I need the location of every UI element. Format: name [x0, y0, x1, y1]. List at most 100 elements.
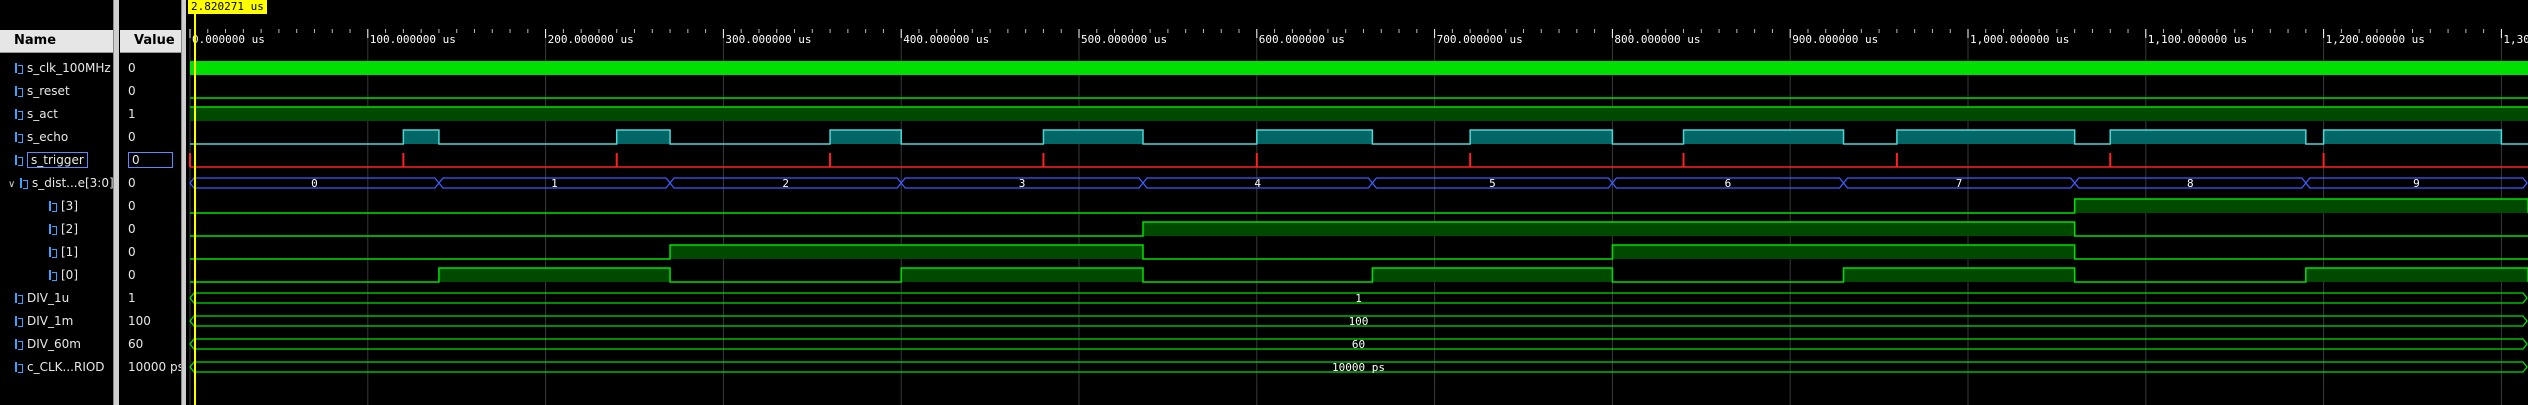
- signal-icon: [14, 338, 23, 350]
- signal-value-b3[interactable]: 0: [128, 195, 136, 217]
- signal-name-label: s_dist...e[3:0]: [32, 176, 114, 190]
- signal-value-s_reset[interactable]: 0: [128, 80, 136, 102]
- signal-name-c_clk[interactable]: c_CLK...RIOD: [0, 356, 128, 378]
- signal-value-s_dist[interactable]: 0: [128, 172, 136, 194]
- expand-chevron-icon[interactable]: ∨: [8, 174, 19, 194]
- signal-value-b0[interactable]: 0: [128, 264, 136, 286]
- bit-high-fill: [1612, 245, 2075, 259]
- signal-name-label: s_reset: [27, 84, 70, 98]
- signal-name-div_60m[interactable]: DIV_60m: [0, 333, 128, 355]
- time-tick-label: 1,200.000000 us: [2326, 33, 2425, 46]
- echo-pulse-fill: [1256, 130, 1373, 144]
- waveform-canvas[interactable]: 0.000000 us 100.000000 us 200.000000 us 300…: [187, 0, 2528, 405]
- signal-value-label: 0: [128, 268, 136, 282]
- echo-pulse-fill: [616, 130, 671, 144]
- echo-pulse-fill: [2323, 130, 2502, 144]
- echo-pulse-fill: [1896, 130, 2075, 144]
- signal-value-c_clk[interactable]: 10000 ps: [128, 356, 184, 378]
- signal-value-div_60m[interactable]: 60: [128, 333, 143, 355]
- signal-name-s_reset[interactable]: s_reset: [0, 80, 128, 102]
- name-column-splitter[interactable]: [113, 0, 119, 405]
- bus-value-label: 1: [551, 177, 558, 190]
- bus-value-label: 5: [1489, 177, 1496, 190]
- value-column-header[interactable]: Value: [120, 30, 186, 53]
- bus-value-label: 0: [311, 177, 318, 190]
- signal-icon: [48, 200, 57, 212]
- signal-name-div_1m[interactable]: DIV_1m: [0, 310, 128, 332]
- signal-value-b2[interactable]: 0: [128, 218, 136, 240]
- cursor-time-label: 2.820271 us: [188, 0, 267, 14]
- time-tick-label: 600.000000 us: [1259, 33, 1345, 46]
- time-tick-label: 900.000000 us: [1792, 33, 1878, 46]
- signal-value-label: 0: [128, 84, 136, 98]
- signal-value-s_echo[interactable]: 0: [128, 126, 136, 148]
- signal-name-s_dist[interactable]: ∨ s_dist...e[3:0]: [0, 172, 122, 194]
- signal-value-label: 1: [128, 291, 136, 305]
- signal-value-label: 0: [128, 61, 136, 75]
- signal-value-label: 0: [128, 176, 136, 190]
- time-tick-label: 700.000000 us: [1437, 33, 1523, 46]
- signal-value-b1[interactable]: 0: [128, 241, 136, 263]
- bit-high-fill: [1143, 222, 2075, 236]
- value-column-splitter[interactable]: [181, 0, 186, 405]
- signal-name-s_act[interactable]: s_act: [0, 103, 128, 125]
- signal-icon: [14, 108, 23, 120]
- signal-name-label: s_trigger: [27, 152, 88, 168]
- const-value-label: 60: [1352, 338, 1365, 351]
- const-value-label: 10000 ps: [1332, 361, 1385, 374]
- signal-name-s_trigger[interactable]: s_trigger: [0, 149, 128, 171]
- bit-high-fill: [2305, 268, 2528, 282]
- bit-high-fill: [438, 268, 671, 282]
- bit-high-fill: [1843, 268, 2075, 282]
- signal-name-label: [3]: [61, 199, 78, 213]
- signal-value-label: 1: [128, 107, 136, 121]
- time-tick-label: 400.000000 us: [903, 33, 989, 46]
- time-tick-label: 0.000000 us: [192, 33, 265, 46]
- bus-signal-icon: [19, 177, 28, 189]
- signal-name-label: DIV_1m: [27, 314, 74, 328]
- signal-icon: [14, 154, 23, 166]
- bit-waveform: [190, 244, 2528, 260]
- signal-value-label: 0: [128, 152, 173, 168]
- bit-high-fill: [1372, 268, 1613, 282]
- signal-name-label: s_clk_100MHz: [27, 61, 111, 75]
- signal-value-s_trigger[interactable]: 0: [128, 149, 173, 171]
- signal-value-label: 0: [128, 199, 136, 213]
- signal-icon: [14, 315, 23, 327]
- signal-name-label: [2]: [61, 222, 78, 236]
- signal-value-label: 10000 ps: [128, 360, 184, 374]
- signal-name-label: [0]: [61, 268, 78, 282]
- signal-value-label: 0: [128, 130, 136, 144]
- signal-value-column: Value 0 0 1 0 0 0 0 0 0 0 1 100 60 10000 ps: [120, 0, 186, 405]
- name-column-header[interactable]: Name: [0, 30, 119, 53]
- time-tick-label: 100.000000 us: [370, 33, 456, 46]
- waveform-panel[interactable]: 0.000000 us 100.000000 us 200.000000 us 300…: [187, 0, 2528, 405]
- echo-pulse-fill: [1470, 130, 1613, 144]
- signal-value-label: 0: [128, 245, 136, 259]
- time-tick-label: 1,300: [2503, 33, 2528, 46]
- bus-value-label: 9: [2413, 177, 2420, 190]
- echo-pulse-fill: [403, 130, 439, 144]
- signal-icon: [14, 62, 23, 74]
- signal-icon: [14, 85, 23, 97]
- signal-value-div_1u[interactable]: 1: [128, 287, 136, 309]
- signal-name-label: c_CLK...RIOD: [27, 360, 105, 374]
- signal-value-label: 60: [128, 337, 144, 351]
- name-header-label: Name: [14, 33, 57, 48]
- value-header-label: Value: [134, 33, 175, 48]
- time-tick-label: 300.000000 us: [725, 33, 811, 46]
- signal-value-s_clk[interactable]: 0: [128, 57, 136, 79]
- signal-icon: [48, 269, 57, 281]
- echo-pulse-fill: [1683, 130, 1844, 144]
- signal-icon: [14, 361, 23, 373]
- signal-value-label: 100: [128, 314, 151, 328]
- signal-value-div_1m[interactable]: 100: [128, 310, 151, 332]
- signal-name-column: Name s_clk_100MHz s_reset s_act s_echo s_tri…: [0, 0, 119, 405]
- signal-name-s_clk[interactable]: s_clk_100MHz: [0, 57, 128, 79]
- signal-name-label: DIV_60m: [27, 337, 81, 351]
- signal-name-div_1u[interactable]: DIV_1u: [0, 287, 128, 309]
- signal-name-s_echo[interactable]: s_echo: [0, 126, 128, 148]
- signal-icon: [48, 223, 57, 235]
- signal-value-s_act[interactable]: 1: [128, 103, 136, 125]
- const-value-label: 1: [1355, 292, 1362, 305]
